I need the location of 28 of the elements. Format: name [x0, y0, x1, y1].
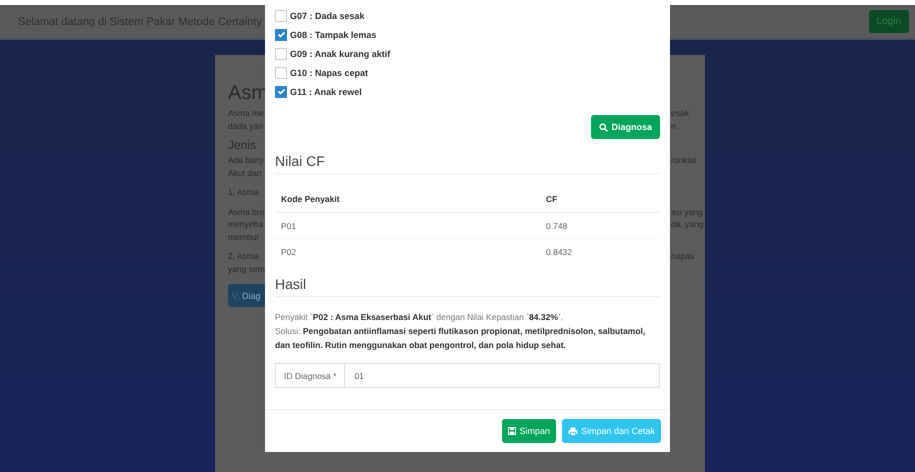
table-cell: 0.748	[540, 212, 660, 238]
checkbox[interactable]	[275, 86, 287, 98]
checkbox-label: G08 : Tampak lemas	[290, 30, 376, 40]
save-and-print-button[interactable]: Simpan dan Cetak	[562, 419, 661, 443]
stethoscope-icon	[232, 291, 240, 300]
diagnose-button[interactable]: Diagnosa	[591, 115, 660, 139]
section-heading: Nilai CF	[275, 153, 660, 174]
checkbox[interactable]	[275, 28, 287, 40]
result-text: Penyakit `P02 : Asma Eksaserbasi Akut` dengan Nilai Kepastian `84.32%`.	[275, 311, 564, 324]
table-cell: 0.8432	[540, 238, 660, 264]
table-cell: P01	[275, 212, 540, 238]
column-header: CF	[540, 186, 660, 212]
checkbox-label: G10 : Napas cepat	[290, 68, 368, 78]
column-header: Kode Penyakit	[275, 186, 540, 212]
save-button[interactable]: Simpan	[502, 419, 556, 443]
checkbox[interactable]	[275, 66, 287, 78]
solution-text: Solusi: Pengobatan antiinflamasi seperti flutikason propionat, metilprednisolon, salbutamol, dan teofilin. Rutin menggunakan obat pengontrol, dan pola hidup sehat.	[275, 325, 646, 352]
checkbox[interactable]	[275, 10, 287, 22]
checkbox-label: G09 : Anak kurang aktif	[290, 48, 390, 58]
printer-icon	[568, 426, 578, 436]
checkbox-label: G07 : Dada sesak	[290, 10, 365, 20]
search-icon	[599, 122, 608, 132]
checkbox[interactable]	[275, 48, 287, 60]
checkbox-label: G11 : Anak rewel	[290, 86, 362, 96]
id-input-group[interactable]: ID Diagnosa * 01	[275, 363, 660, 388]
input-value: 01	[353, 370, 365, 382]
table-cell: P02	[275, 238, 540, 264]
section-heading: Hasil	[275, 276, 660, 297]
